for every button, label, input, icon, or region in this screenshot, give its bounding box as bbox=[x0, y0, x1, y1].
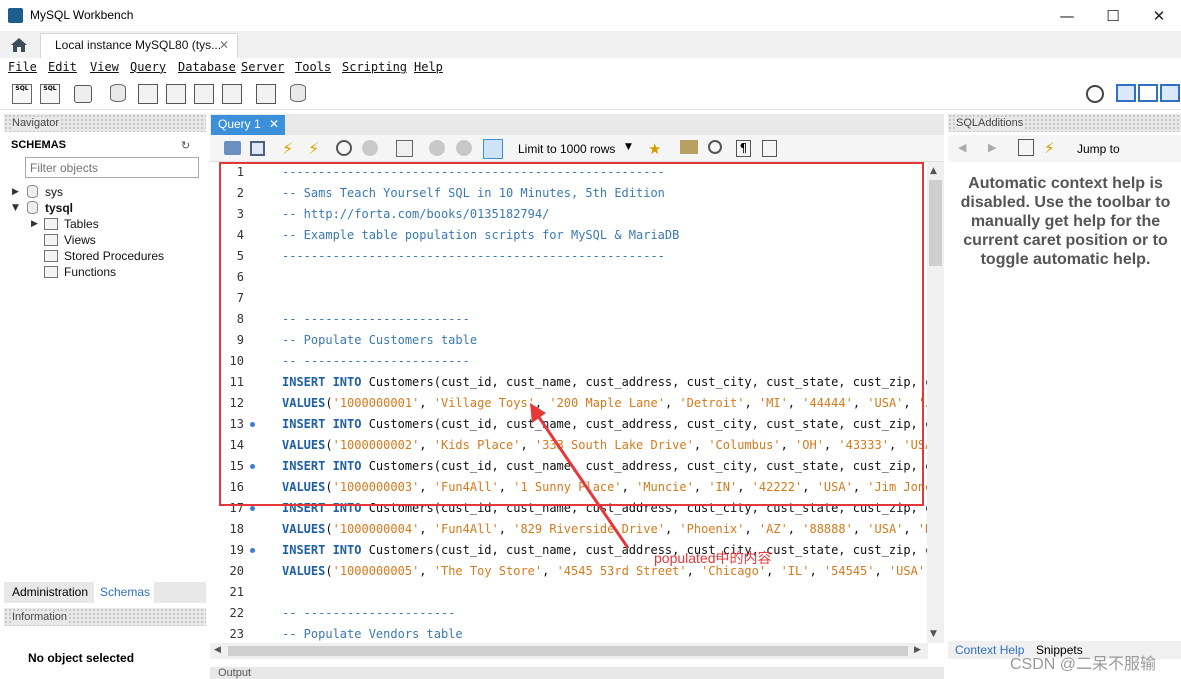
annotation-label: populated中的内容 bbox=[654, 550, 772, 566]
watermark: CSDN @二呆不服输 bbox=[1010, 656, 1157, 673]
annotation-arrow bbox=[530, 403, 630, 549]
